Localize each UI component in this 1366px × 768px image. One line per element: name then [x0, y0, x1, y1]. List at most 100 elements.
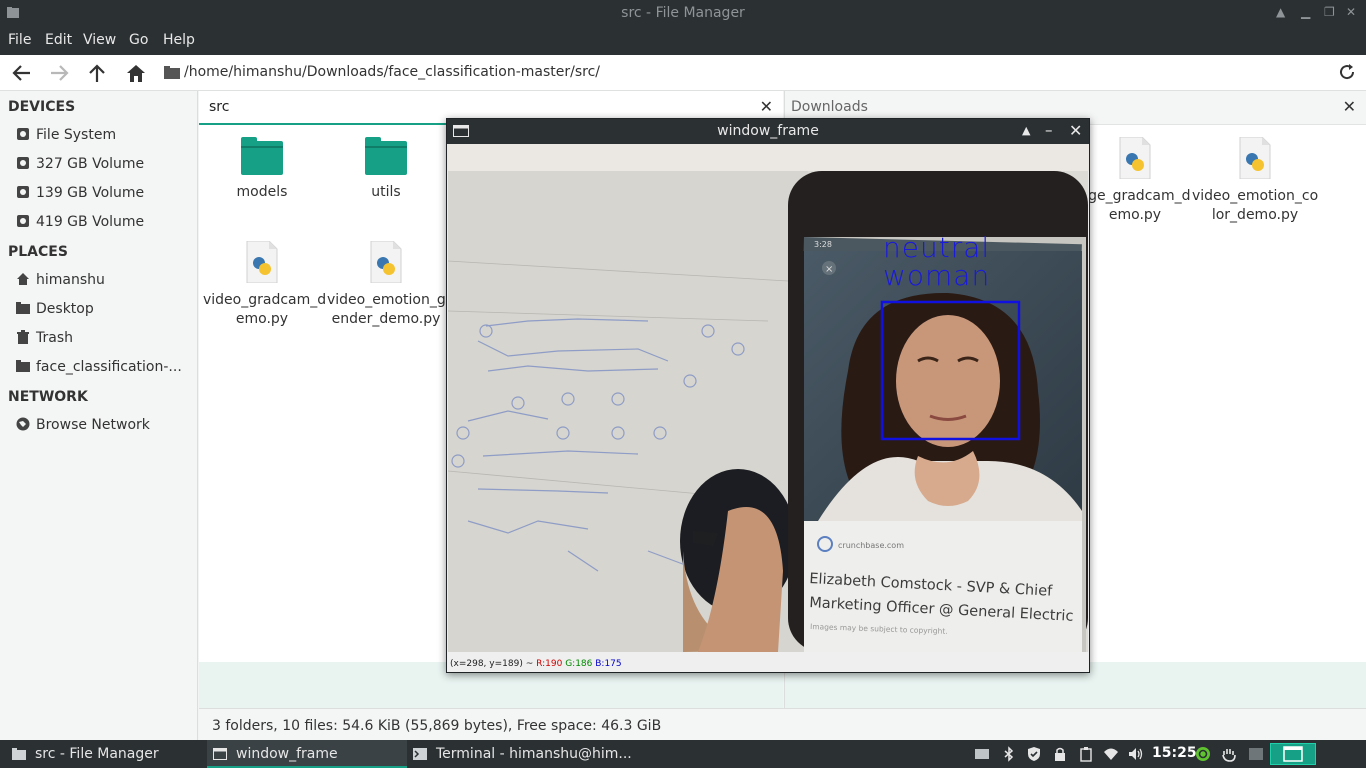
python-file-icon — [1119, 137, 1151, 179]
update-icon[interactable] — [1195, 746, 1211, 762]
tab-downloads[interactable]: Downloads — [791, 99, 868, 115]
menu-file[interactable]: File — [8, 32, 31, 48]
phone-time: 3:28 — [814, 240, 832, 249]
tab-src[interactable]: src — [209, 99, 229, 115]
clock[interactable]: 15:25 — [1152, 745, 1197, 761]
sidebar-item-face-classification[interactable]: face_classification-... — [16, 359, 192, 381]
network-header: NETWORK — [8, 389, 88, 405]
pixel-coords: (x=298, y=189) ~ — [450, 659, 534, 669]
drive-icon — [17, 186, 29, 198]
reload-icon[interactable] — [1338, 63, 1356, 81]
shade-icon[interactable]: ▲ — [1022, 124, 1030, 137]
file-name-line1: video_gradcam_d — [203, 292, 327, 308]
minimize-button[interactable]: ▁ — [1301, 5, 1310, 19]
location-bar[interactable]: /home/himanshu/Downloads/face_classifica… — [160, 60, 1336, 86]
drive-icon — [17, 128, 29, 140]
task-terminal[interactable]: Terminal - himanshu@him... — [409, 740, 632, 768]
pixel-blue: B:175 — [595, 659, 622, 669]
terminal-icon — [413, 748, 427, 760]
minimize-button[interactable]: – — [1045, 121, 1053, 139]
folder-icon — [12, 748, 26, 760]
devices-header: DEVICES — [8, 99, 76, 115]
file-item[interactable]: utils — [327, 137, 445, 202]
back-arrow-icon[interactable] — [11, 63, 33, 83]
task-label: Terminal - himanshu@him... — [436, 746, 632, 762]
window-title: src - File Manager — [621, 5, 745, 21]
file-item[interactable]: age_gradcam_d emo.py — [1072, 137, 1198, 225]
svg-text:×: × — [825, 264, 833, 275]
menu-view[interactable]: View — [83, 32, 116, 48]
hand-icon[interactable] — [1221, 746, 1237, 762]
file-name-line2: lor_demo.py — [1211, 207, 1299, 223]
file-name: utils — [371, 184, 401, 200]
task-label: src - File Manager — [35, 746, 159, 762]
wifi-icon[interactable] — [1103, 746, 1119, 762]
file-name-line2: emo.py — [1108, 207, 1162, 223]
popup-pixel-status: (x=298, y=189) ~ R:190 G:186 B:175 — [447, 652, 1089, 672]
shade-icon[interactable]: ▲ — [1276, 5, 1285, 19]
menu-bar: File Edit View Go Help — [0, 28, 1366, 55]
lock-icon[interactable] — [1052, 746, 1068, 762]
network-icon — [16, 417, 30, 431]
file-name-line2: emo.py — [235, 311, 289, 327]
status-text: 3 folders, 10 files: 54.6 KiB (55,869 by… — [212, 718, 662, 734]
source-site: crunchbase.com — [838, 541, 904, 550]
workspace-switcher-icon[interactable] — [1270, 743, 1316, 765]
close-button[interactable]: ✕ — [1346, 5, 1356, 19]
file-item[interactable]: models — [203, 137, 321, 202]
folder-icon — [241, 137, 283, 175]
file-name-line2: ender_demo.py — [331, 311, 441, 327]
title-bar: src - File Manager ▲ ▁ ❐ ✕ — [0, 0, 1366, 28]
menu-go[interactable]: Go — [129, 32, 148, 48]
drive-icon — [17, 157, 29, 169]
close-button[interactable]: ✕ — [1069, 121, 1082, 140]
task-window-frame[interactable]: window_frame — [207, 740, 407, 768]
clipboard-icon[interactable] — [1078, 746, 1094, 762]
file-name-line1: age_gradcam_d — [1079, 188, 1191, 204]
home-icon[interactable] — [125, 63, 147, 83]
sidebar-item-file-system[interactable]: File System — [16, 127, 192, 149]
bluetooth-icon[interactable] — [1001, 746, 1017, 762]
folder-icon — [365, 137, 407, 175]
volume-icon[interactable] — [1128, 746, 1144, 762]
forward-arrow-icon[interactable] — [48, 63, 70, 83]
up-arrow-icon[interactable] — [86, 63, 108, 83]
places-header: PLACES — [8, 244, 68, 260]
task-file-manager[interactable]: src - File Manager — [0, 740, 205, 768]
file-name-line1: video_emotion_co — [1192, 188, 1319, 204]
camera-frame: 3:28 × crunchbase.com Images may be subj… — [448, 171, 1088, 652]
active-tab-indicator — [199, 123, 447, 125]
home-icon — [17, 273, 29, 285]
python-file-icon — [246, 241, 278, 283]
sidebar: DEVICES File System 327 GB Volume 139 GB… — [0, 91, 198, 740]
sidebar-item-139gb[interactable]: 139 GB Volume — [16, 185, 192, 207]
pixel-green: G:186 — [565, 659, 593, 669]
desktop-folder-icon — [16, 302, 30, 314]
popup-toolstrip — [447, 144, 1089, 171]
toolbar: /home/himanshu/Downloads/face_classifica… — [0, 55, 1366, 91]
maximize-button[interactable]: ❐ — [1324, 5, 1335, 19]
window-frame-popup: window_frame ▲ – ✕ 3:28 × crunchbase.com… — [446, 118, 1090, 673]
sidebar-item-trash[interactable]: Trash — [16, 330, 192, 352]
tab-close-icon[interactable]: ✕ — [760, 97, 773, 116]
taskbar: src - File Manager window_frame Terminal… — [0, 740, 1366, 768]
file-name: models — [236, 184, 288, 200]
sidebar-item-browse-network[interactable]: Browse Network — [16, 417, 192, 439]
show-desktop-icon[interactable] — [1248, 746, 1264, 762]
file-item[interactable]: video_emotion_g ender_demo.py — [327, 241, 446, 329]
display-icon[interactable] — [974, 746, 990, 762]
menu-help[interactable]: Help — [163, 32, 195, 48]
popup-title-bar[interactable]: window_frame ▲ – ✕ — [447, 119, 1089, 144]
sidebar-item-327gb[interactable]: 327 GB Volume — [16, 156, 192, 178]
folder-icon — [164, 66, 180, 79]
sidebar-item-desktop[interactable]: Desktop — [16, 301, 192, 323]
sidebar-item-419gb[interactable]: 419 GB Volume — [16, 214, 192, 236]
file-item[interactable]: video_gradcam_d emo.py — [203, 241, 327, 329]
sidebar-item-home[interactable]: himanshu — [16, 272, 192, 294]
drive-icon — [17, 215, 29, 227]
tab-close-icon[interactable]: ✕ — [1343, 97, 1356, 116]
menu-edit[interactable]: Edit — [45, 32, 72, 48]
window-icon — [213, 748, 227, 760]
file-item[interactable]: video_emotion_co lor_demo.py — [1192, 137, 1318, 225]
shield-icon[interactable] — [1026, 746, 1042, 762]
